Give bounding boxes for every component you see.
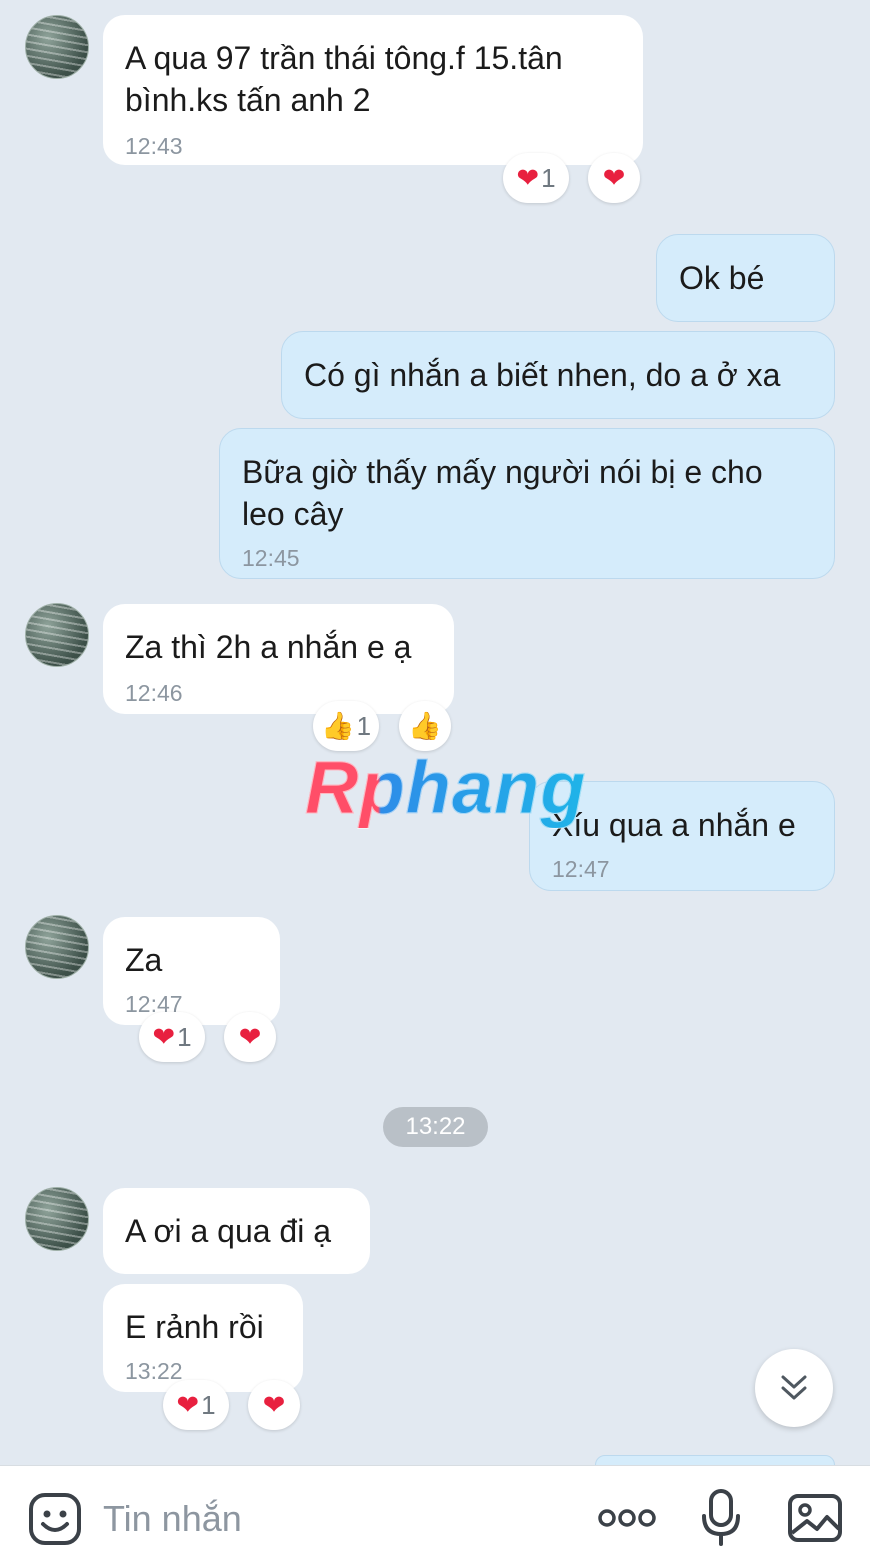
contact-avatar[interactable] bbox=[25, 603, 89, 667]
message-bubble-incoming[interactable]: A ơi a qua đi ạ bbox=[103, 1188, 370, 1274]
heart-icon: ❤ bbox=[152, 1021, 176, 1052]
message-text: Bữa giờ thấy mấy người nói bị e cho leo … bbox=[242, 454, 763, 532]
contact-avatar[interactable] bbox=[25, 15, 89, 79]
reaction-summary[interactable]: 👍 1 bbox=[313, 701, 379, 751]
voice-message-button[interactable] bbox=[700, 1488, 742, 1553]
message-text: E rảnh rồi bbox=[125, 1309, 264, 1345]
reaction-count: 1 bbox=[177, 1021, 192, 1052]
reaction-count: 1 bbox=[541, 162, 556, 193]
message-input-bar: Tin nhắn bbox=[0, 1465, 870, 1565]
watermark-logo: Rphang bbox=[304, 746, 587, 829]
contact-avatar[interactable] bbox=[25, 915, 89, 979]
sticker-button[interactable] bbox=[28, 1492, 82, 1551]
reaction-count: 1 bbox=[356, 710, 372, 741]
thumbs-up-icon: 👍 bbox=[320, 710, 355, 741]
reaction-summary[interactable]: ❤ 1 bbox=[163, 1380, 229, 1430]
message-text: Za bbox=[125, 942, 163, 978]
more-icon bbox=[598, 1509, 656, 1527]
message-text: A ơi a qua đi ạ bbox=[125, 1213, 332, 1249]
reaction-count: 1 bbox=[201, 1389, 216, 1420]
react-heart-button[interactable]: ❤ bbox=[588, 153, 640, 203]
reaction-summary[interactable]: ❤ 1 bbox=[139, 1012, 205, 1062]
message-text: Ok bé bbox=[679, 260, 765, 296]
message-text: A qua 97 trần thái tông.f 15.tân bình.ks… bbox=[125, 40, 563, 118]
image-icon bbox=[788, 1494, 842, 1542]
message-bubble-outgoing[interactable]: Có gì nhắn a biết nhen, do a ở xa bbox=[281, 331, 835, 419]
heart-icon: ❤ bbox=[176, 1389, 200, 1420]
message-text: Xíu qua a nhắn e bbox=[552, 807, 796, 843]
send-image-button[interactable] bbox=[787, 1493, 843, 1548]
message-time: 13:22 bbox=[125, 1358, 183, 1384]
message-text: Za thì 2h a nhắn e ạ bbox=[125, 629, 412, 665]
react-heart-button[interactable]: ❤ bbox=[224, 1012, 276, 1062]
message-bubble-outgoing[interactable]: Bữa giờ thấy mấy người nói bị e cho leo … bbox=[219, 428, 835, 579]
react-heart-button[interactable]: ❤ bbox=[248, 1380, 300, 1430]
contact-avatar[interactable] bbox=[25, 1187, 89, 1251]
message-text: Có gì nhắn a biết nhen, do a ở xa bbox=[304, 357, 781, 393]
thumbs-up-icon: 👍 bbox=[408, 710, 442, 741]
message-time: 12:43 bbox=[125, 133, 183, 159]
microphone-icon bbox=[702, 1489, 740, 1546]
message-input[interactable]: Tin nhắn bbox=[103, 1499, 242, 1539]
scroll-to-bottom-button[interactable] bbox=[755, 1349, 833, 1427]
message-bubble-incoming[interactable]: Za 12:47 bbox=[103, 917, 280, 1025]
heart-icon: ❤ bbox=[238, 1021, 262, 1052]
sticker-icon bbox=[29, 1493, 81, 1545]
more-options-button[interactable] bbox=[597, 1506, 657, 1535]
message-bubble-incoming[interactable]: E rảnh rồi 13:22 bbox=[103, 1284, 303, 1392]
react-thumbs-up-button[interactable]: 👍 bbox=[399, 701, 451, 751]
heart-icon: ❤ bbox=[262, 1389, 286, 1420]
message-time: 12:46 bbox=[125, 680, 183, 706]
message-bubble-incoming[interactable]: A qua 97 trần thái tông.f 15.tân bình.ks… bbox=[103, 15, 643, 165]
heart-icon: ❤ bbox=[516, 162, 540, 193]
double-chevron-down-icon bbox=[781, 1375, 807, 1400]
heart-icon: ❤ bbox=[602, 162, 626, 193]
message-time: 12:47 bbox=[552, 856, 610, 882]
message-bubble-outgoing[interactable]: Ok bé bbox=[656, 234, 835, 322]
reaction-summary[interactable]: ❤ 1 bbox=[503, 153, 569, 203]
time-separator: 13:22 bbox=[383, 1107, 488, 1147]
message-bubble-incoming[interactable]: Za thì 2h a nhắn e ạ 12:46 bbox=[103, 604, 454, 714]
message-time: 12:45 bbox=[242, 545, 300, 571]
